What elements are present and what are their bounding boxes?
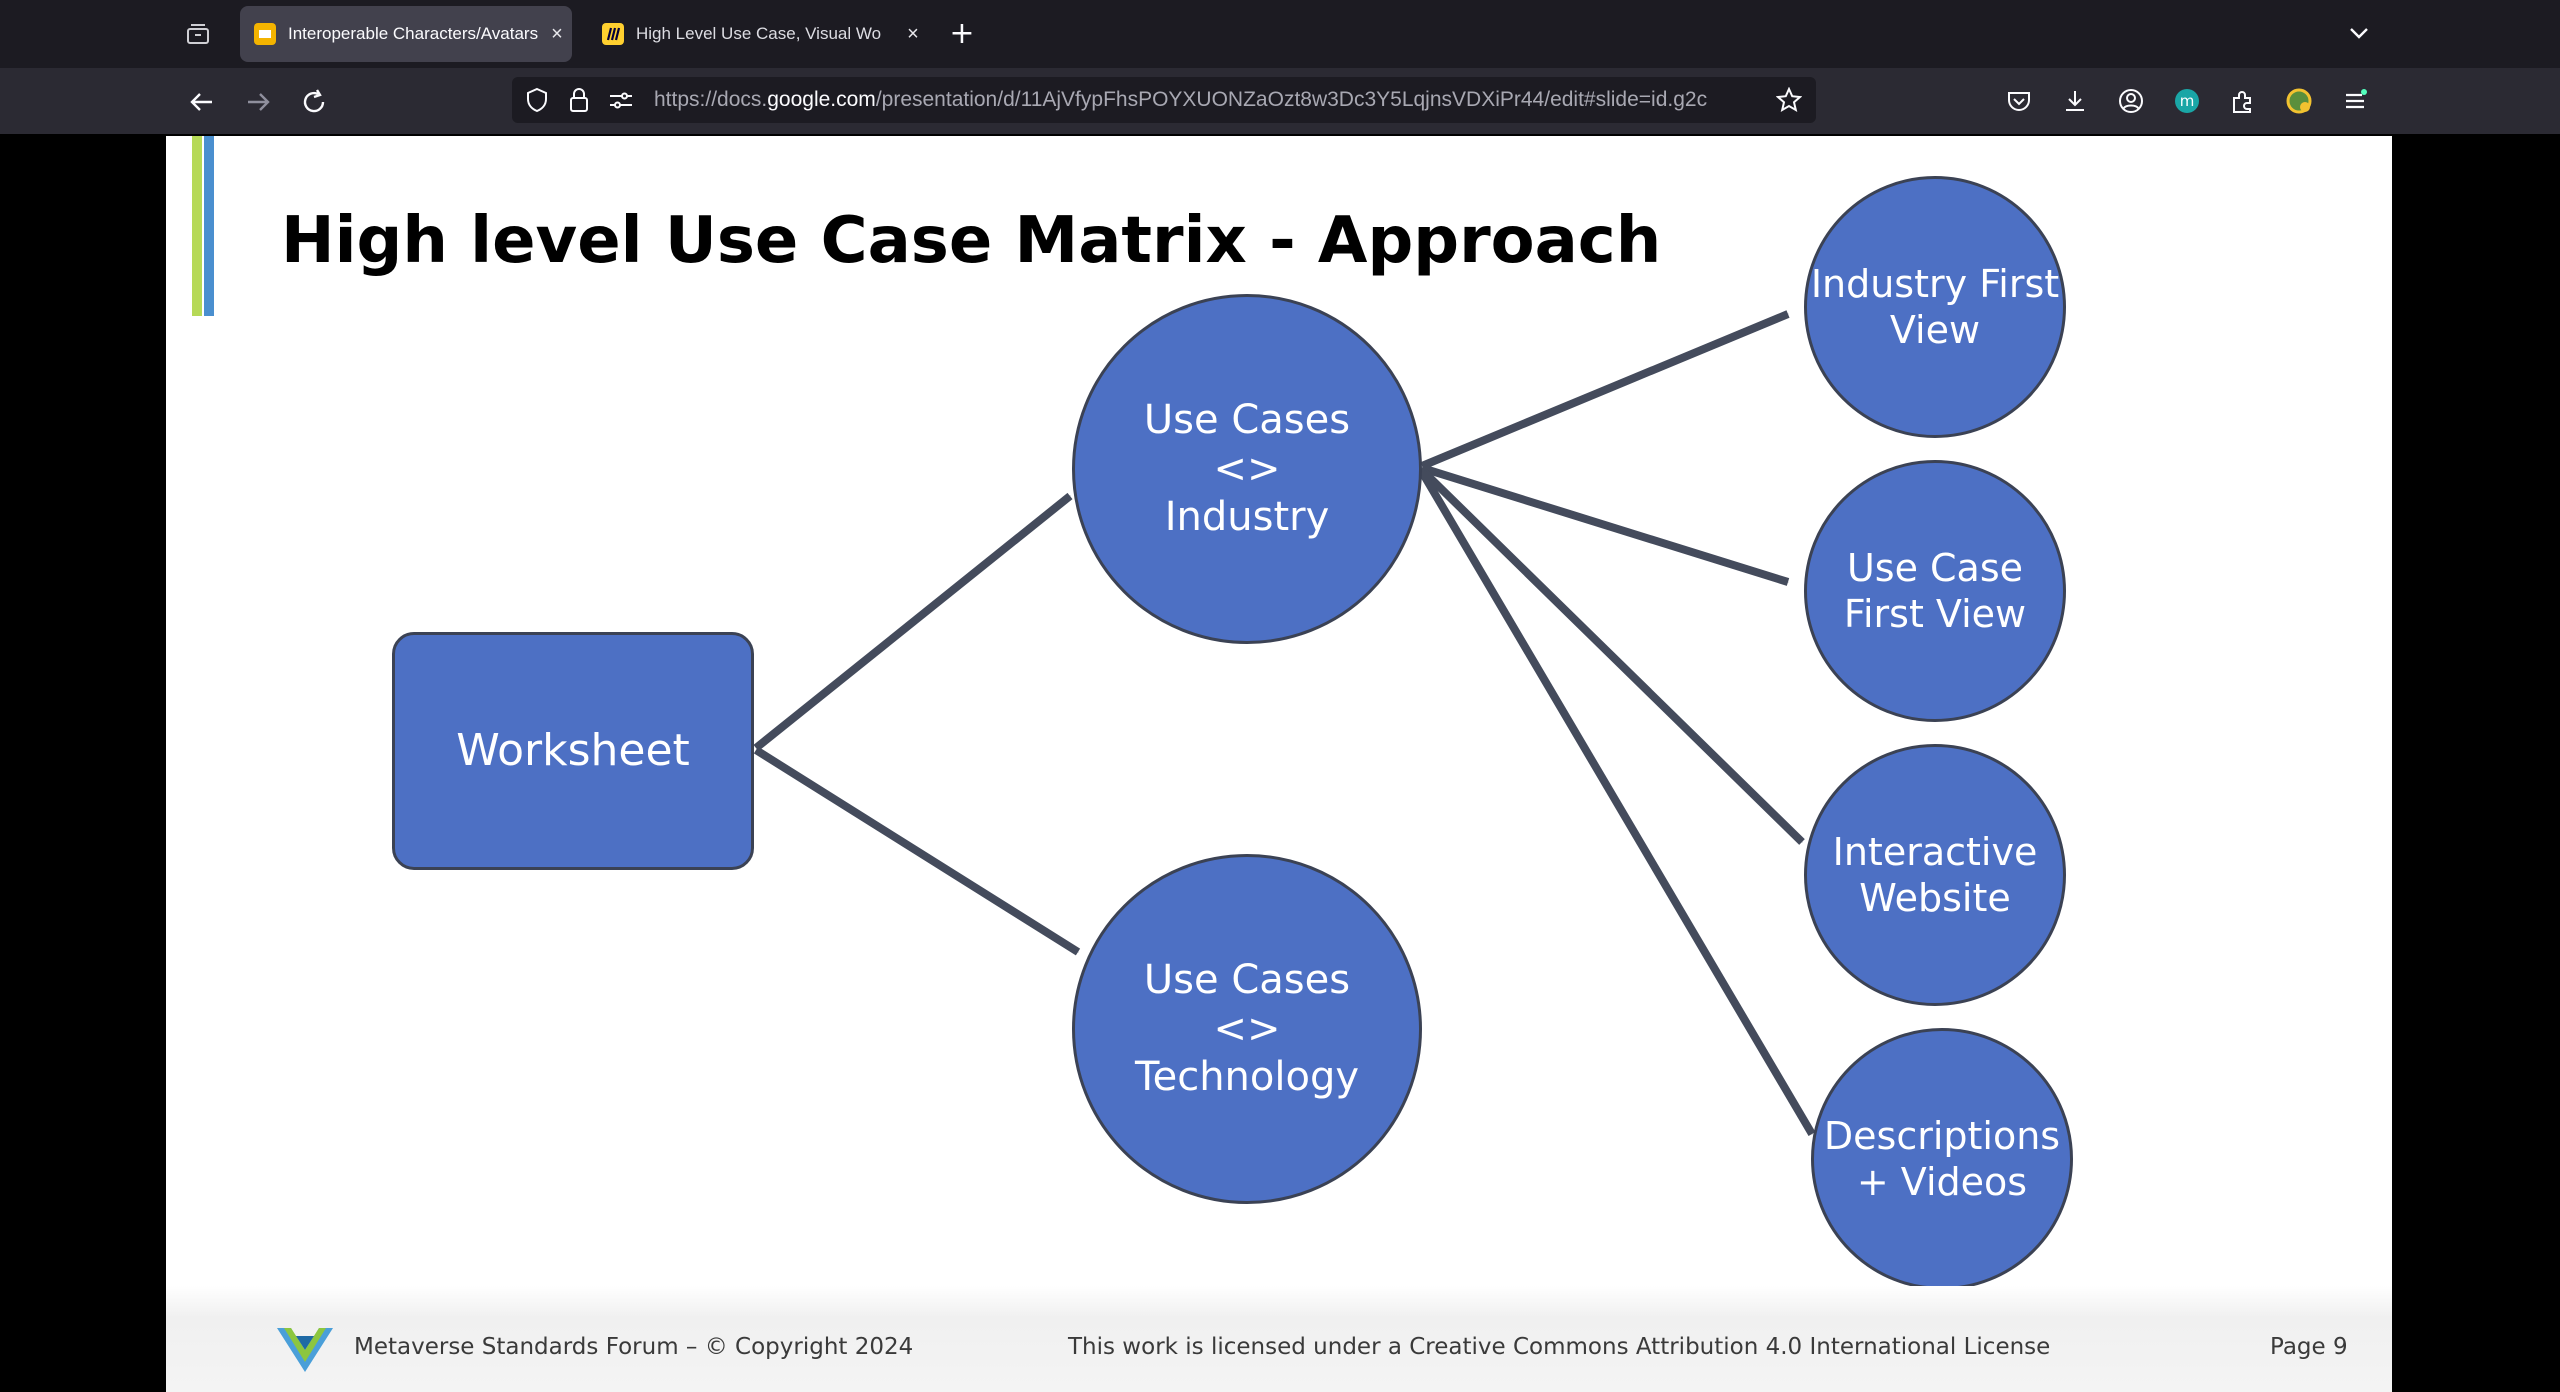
tab-title: Interoperable Characters/Avatars: [288, 24, 539, 43]
use-cases-industry-node: Use Cases <> Industry: [1072, 294, 1422, 644]
close-tab-icon[interactable]: ×: [542, 23, 572, 46]
slide-canvas: High level Use Case Matrix - Approach Wo…: [166, 136, 2392, 1392]
permissions-icon[interactable]: [608, 87, 634, 113]
tab-title: High Level Use Case, Visual Wo: [636, 24, 882, 43]
tracking-protection-shield-icon[interactable]: [524, 87, 550, 113]
reload-icon[interactable]: [296, 84, 332, 120]
miro-icon: [602, 23, 624, 45]
arrow-worksheet-to-industry: [753, 492, 1073, 752]
use-cases-technology-node: Use Cases <> Technology: [1072, 854, 1422, 1204]
descriptions-videos-node: Descriptions + Videos: [1811, 1028, 2073, 1290]
industry-first-view-node: Industry First View: [1804, 176, 2066, 438]
pocket-icon[interactable]: [2002, 84, 2036, 118]
back-icon[interactable]: [184, 84, 220, 120]
download-icon[interactable]: [2058, 84, 2092, 118]
account-icon[interactable]: [2114, 84, 2148, 118]
interactive-website-node: Interactive Website: [1804, 744, 2066, 1006]
menu-icon[interactable]: [2338, 84, 2372, 118]
forward-icon[interactable]: [240, 84, 276, 120]
chevron-down-icon[interactable]: [2344, 18, 2374, 48]
close-tab-icon[interactable]: ×: [898, 23, 928, 46]
worksheet-node: Worksheet: [392, 632, 754, 870]
node-label: Use Case First View: [1843, 545, 2027, 636]
navigation-toolbar: https://docs.google.com/presentation/d/1…: [0, 68, 2560, 134]
use-case-first-view-node: Use Case First View: [1804, 460, 2066, 722]
footer-copyright: Metaverse Standards Forum – © Copyright …: [354, 1334, 914, 1360]
footer-page-number: Page 9: [2270, 1334, 2348, 1360]
bookmark-star-icon[interactable]: [1776, 87, 1802, 113]
google-slides-icon: [254, 23, 276, 45]
extension-m-icon[interactable]: m: [2170, 84, 2204, 118]
tab-interoperable-characters[interactable]: Interoperable Characters/Avatars ×: [240, 6, 572, 62]
footer-license[interactable]: This work is licensed under a Creative C…: [1068, 1334, 2050, 1360]
new-tab-icon[interactable]: +: [944, 16, 980, 52]
arrow-worksheet-to-technology: [753, 746, 1081, 956]
tab-bar: Interoperable Characters/Avatars × High …: [0, 0, 2560, 68]
url-text[interactable]: https://docs.google.com/presentation/d/1…: [654, 88, 1764, 114]
tab-list-icon[interactable]: [180, 18, 216, 50]
arrow-industry-to-industry-first-view: [1420, 310, 1790, 470]
extensions-icon[interactable]: [2226, 84, 2260, 118]
metaverse-standards-forum-logo: [277, 1328, 333, 1372]
profile-icon[interactable]: [2282, 84, 2316, 118]
svg-text:m: m: [2180, 92, 2195, 110]
node-label: Industry First View: [1810, 261, 2060, 352]
address-bar[interactable]: https://docs.google.com/presentation/d/1…: [512, 77, 1816, 123]
lock-icon[interactable]: [566, 87, 592, 113]
node-label: Use Cases <> Technology: [1134, 956, 1360, 1101]
tab-high-level-use-case[interactable]: High Level Use Case, Visual Wo ×: [588, 6, 928, 62]
node-label: Descriptions + Videos: [1823, 1113, 2061, 1204]
node-label: Use Cases <> Industry: [1143, 396, 1351, 541]
node-label: Worksheet: [456, 725, 690, 777]
node-label: Interactive Website: [1832, 829, 2038, 920]
